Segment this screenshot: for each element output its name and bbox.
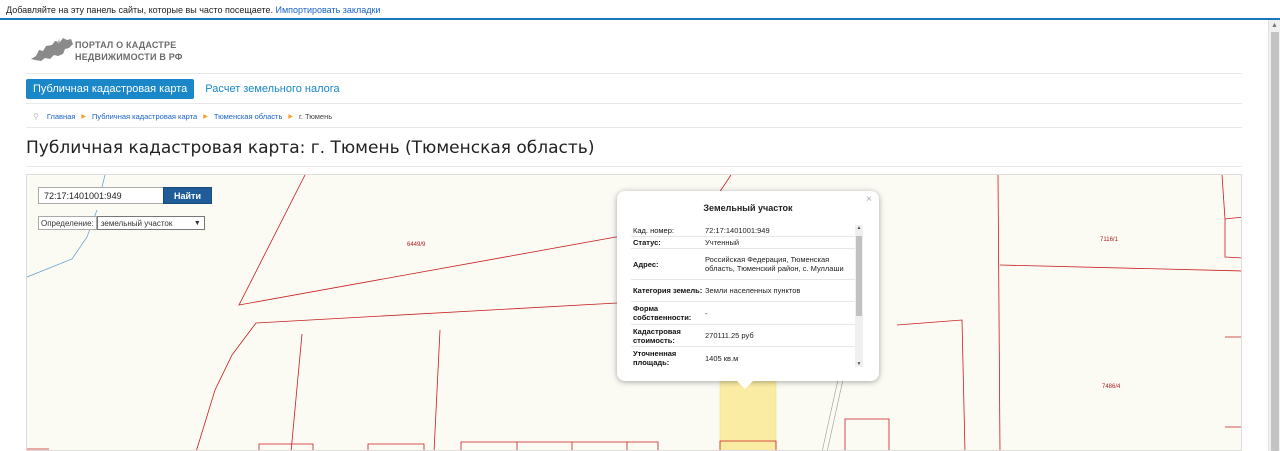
import-bookmarks-link[interactable]: Импортировать закладки [276,5,381,15]
nav-divider [26,103,1242,104]
bookmarks-bar-text: Добавляйте на эту панель сайты, которые … [6,5,273,15]
breadcrumb-current: г. Тюмень [299,112,333,121]
scroll-up-arrow-icon[interactable]: ▲ [1269,20,1280,31]
row-value: Земли населенных пунктов [705,286,801,295]
definition-select-value: земельный участок [100,218,173,228]
breadcrumb-public-map[interactable]: Публичная кадастровая карта [92,112,197,121]
location-pin-icon: ⚲ [33,112,39,121]
chevron-down-icon: ▼ [193,219,201,227]
main-nav: Публичная кадастровая карта Расчет земел… [26,79,347,99]
table-row: Адрес: Российская Федерация, Тюменская о… [631,249,855,280]
tab-public-cadastral-map[interactable]: Публичная кадастровая карта [26,79,195,99]
breadcrumb-separator-icon: ▶ [288,114,293,120]
row-value: 270111.25 руб [705,331,754,340]
logo-line-2: НЕДВИЖИМОСТИ В РФ [75,52,183,62]
row-value: Учтенный [705,238,740,247]
definition-label: Определение: [38,216,97,230]
cadastral-number-search-input[interactable] [38,187,165,204]
table-row: Кадастровая стоимость: 270111.25 руб [631,325,855,347]
table-row: Категория земель: Земли населенных пункт… [631,280,855,302]
row-key: Уточненная площадь: [633,349,677,367]
title-divider [26,166,1242,167]
popup-scrollbar[interactable]: ▲ ▼ [855,225,863,367]
table-row: Статус: Учтенный [631,237,855,249]
breadcrumb-separator-icon: ▶ [203,114,208,120]
search-button[interactable]: Найти [163,187,212,204]
row-key: Кадастровая стоимость: [633,326,681,345]
row-key: Адрес: [633,259,659,269]
bookmarks-bar: Добавляйте на эту панель сайты, которые … [0,0,1280,20]
parcel-info-table: Кад. номер: 72:17:1401001:949 Статус: Уч… [631,225,855,369]
breadcrumb: ⚲ Главная ▶ Публичная кадастровая карта … [33,112,332,121]
popup-title: Земельный участок [703,203,793,213]
site-logo[interactable]: ПОРТАЛ О КАДАСТРЕ НЕДВИЖИМОСТИ В РФ [30,37,210,65]
row-value: - [705,308,708,318]
row-key: Форма собственности: [633,304,692,322]
tab-land-tax-calculation[interactable]: Расчет земельного налога [198,79,346,99]
page-title: Публичная кадастровая карта: г. Тюмень (… [26,138,595,158]
row-key: Категория земель: [633,286,703,295]
scroll-thumb[interactable] [1271,32,1279,451]
breadcrumb-region[interactable]: Тюменская область [214,112,283,121]
breadcrumb-separator-icon: ▶ [81,114,87,120]
breadcrumb-home[interactable]: Главная [47,112,76,121]
breadcrumb-divider [26,127,1242,128]
row-value: 1405 кв.м [705,353,739,363]
russia-map-icon [31,38,73,61]
parcel-label: 6449/9 [407,242,426,248]
cadastral-map[interactable]: 6449/9 7116/1 7486/4 Найти Определение: … [26,174,1242,451]
table-row: Уточненная площадь: 1405 кв.м [631,347,855,369]
parcel-info-popup: × Земельный участок Кад. номер: 72:17:14… [617,191,879,389]
row-key: Статус: [633,238,661,247]
header-divider [26,73,1242,74]
page-scrollbar[interactable]: ▲ [1268,20,1280,451]
parcel-label: 7116/1 [1100,237,1118,243]
logo-line-1: ПОРТАЛ О КАДАСТРЕ [75,40,177,50]
popup-scroll-thumb[interactable] [856,236,862,316]
definition-select[interactable]: земельный участок ▼ [96,216,205,230]
row-value: Российская Федерация, Тюменская область,… [705,255,844,273]
parcel-label: 7486/4 [1102,384,1121,390]
table-row: Форма собственности: - [631,302,855,325]
definition-row: Определение: земельный участок ▼ [38,216,205,230]
popup-pointer [737,381,753,389]
scroll-up-arrow-icon[interactable]: ▲ [855,225,863,231]
scroll-down-arrow-icon[interactable]: ▼ [855,361,863,367]
